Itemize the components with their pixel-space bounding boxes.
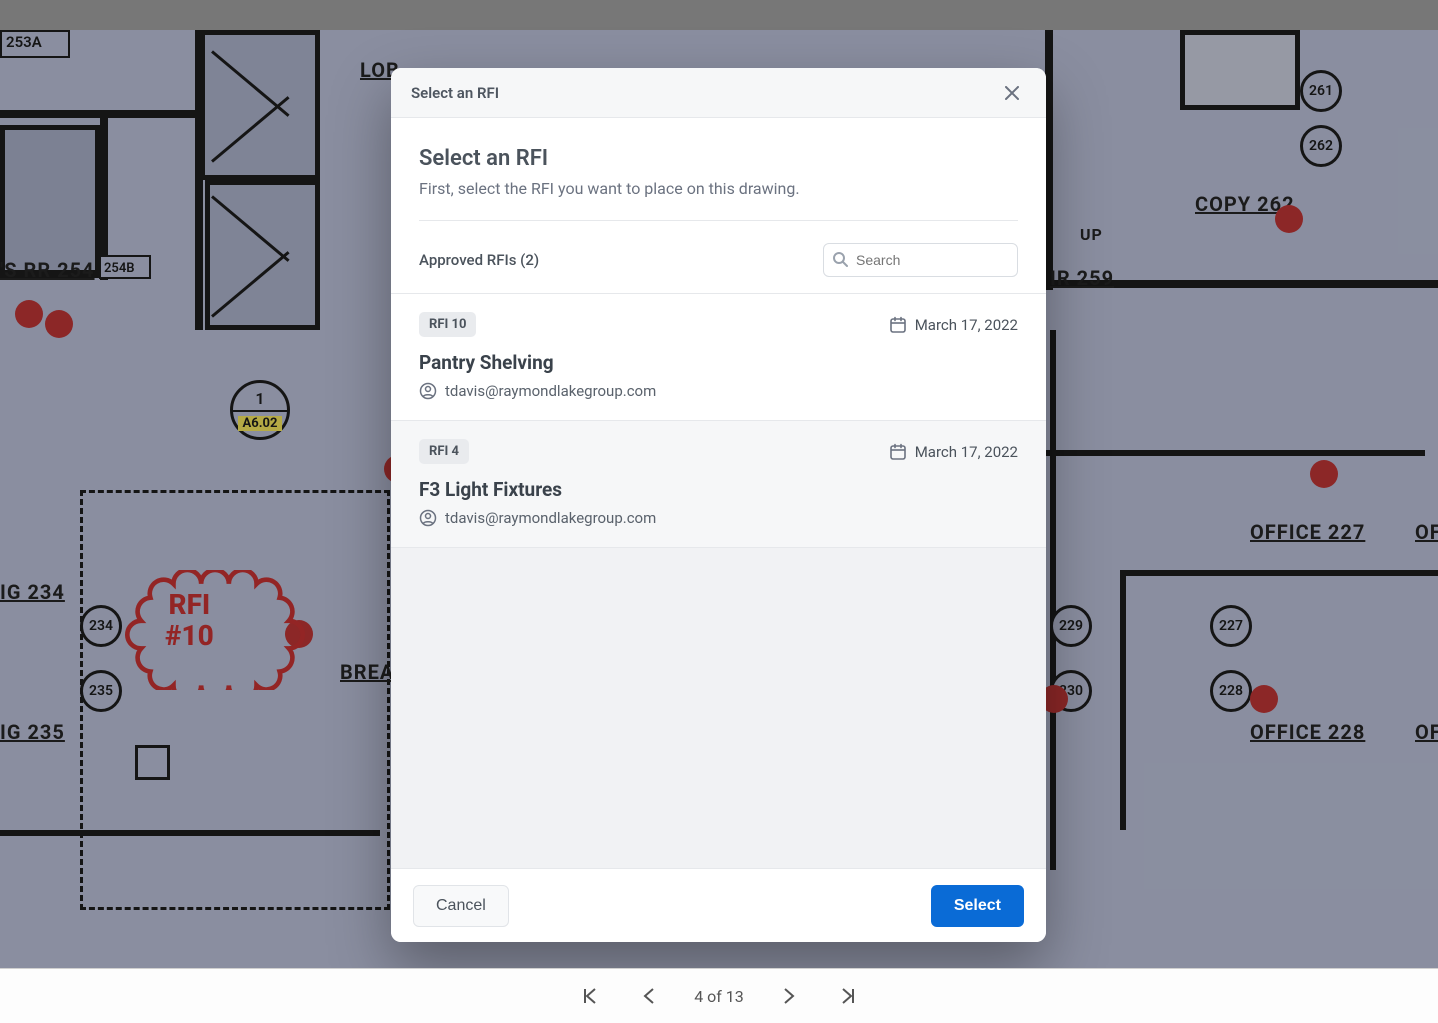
pager-bar: 4 of 13 (0, 968, 1438, 1023)
calendar-icon (889, 443, 907, 461)
search-icon (832, 251, 848, 271)
next-page-button[interactable] (772, 980, 804, 1012)
markup-dot[interactable] (15, 300, 43, 328)
label-brea: BREA (340, 660, 394, 684)
tag-228: 228 (1210, 670, 1252, 712)
select-rfi-modal: Select an RFI Select an RFI First, selec… (391, 68, 1046, 942)
first-page-button[interactable] (574, 980, 606, 1012)
first-page-icon (580, 986, 600, 1006)
rfi-date: March 17, 2022 (889, 316, 1018, 334)
markup-dot[interactable] (45, 310, 73, 338)
modal-heading: Select an RFI (419, 146, 1018, 171)
close-button[interactable] (998, 79, 1026, 107)
person-icon (419, 382, 437, 400)
modal-header-title: Select an RFI (411, 84, 499, 102)
list-header: Approved RFIs (2) (391, 243, 1046, 293)
label-ig-234: IG 234 (0, 580, 65, 604)
label-up: UP (1080, 225, 1103, 244)
tag-253a: 253A (0, 30, 70, 58)
prev-page-button[interactable] (634, 980, 666, 1012)
label-office-228: OFFICE 228 (1250, 720, 1365, 744)
rfi-list-item[interactable]: RFI 4 March 17, 2022 F3 Light Fixtures t… (391, 421, 1046, 548)
tag-262: 262 (1300, 125, 1342, 167)
select-button[interactable]: Select (931, 885, 1024, 927)
tag-261: 261 (1300, 70, 1342, 112)
last-page-button[interactable] (832, 980, 864, 1012)
tag-254b: 254B (99, 255, 151, 279)
markup-dot[interactable] (1250, 685, 1278, 713)
label-of-1: OF (1415, 520, 1438, 544)
label-rr-259: IR 259 (1050, 266, 1114, 290)
markup-dot[interactable] (1275, 205, 1303, 233)
label-of-2: OF (1415, 720, 1438, 744)
person-icon (419, 509, 437, 527)
top-gray-strip (0, 0, 1438, 30)
cancel-button[interactable]: Cancel (413, 885, 509, 927)
rfi-badge: RFI 4 (419, 439, 469, 464)
modal-footer: Cancel Select (391, 868, 1046, 942)
search-wrap (823, 243, 1018, 277)
rfi-assignee: tdavis@raymondlakegroup.com (419, 509, 1018, 527)
last-page-icon (838, 986, 858, 1006)
chevron-left-icon (640, 986, 660, 1006)
label-srr-254: 'S RR 254 (0, 258, 95, 282)
detail-callout: 1 A6.02 (230, 380, 290, 440)
rfi-assignee: tdavis@raymondlakegroup.com (419, 382, 1018, 400)
label-ig-235: IG 235 (0, 720, 65, 744)
tag-227: 227 (1210, 605, 1252, 647)
divider (419, 220, 1018, 221)
modal-body: Select an RFI First, select the RFI you … (391, 118, 1046, 243)
modal-subheading: First, select the RFI you want to place … (419, 179, 1018, 198)
rfi-date: March 17, 2022 (889, 443, 1018, 461)
page-indicator: 4 of 13 (694, 987, 744, 1006)
app-stage: LOB COPY 262 IR 259 OFFICE 227 OFFICE 22… (0, 0, 1438, 1023)
close-icon (1005, 86, 1019, 100)
modal-header: Select an RFI (391, 68, 1046, 118)
search-input[interactable] (823, 243, 1018, 277)
calendar-icon (889, 316, 907, 334)
rfi-title: Pantry Shelving (419, 351, 1018, 374)
rfi-stamp-text: RFI #10 (165, 590, 214, 652)
chevron-right-icon (778, 986, 798, 1006)
tag-229: 229 (1050, 605, 1092, 647)
tag-234: 234 (80, 605, 122, 647)
markup-dot[interactable] (1310, 460, 1338, 488)
rfi-list-item[interactable]: RFI 10 March 17, 2022 Pantry Shelving td… (391, 294, 1046, 421)
rfi-stamp[interactable] (120, 570, 310, 690)
approved-count: Approved RFIs (2) (419, 251, 539, 269)
tag-235: 235 (80, 670, 122, 712)
rfi-badge: RFI 10 (419, 312, 476, 337)
label-office-227: OFFICE 227 (1250, 520, 1365, 544)
rfi-title: F3 Light Fixtures (419, 478, 1018, 501)
rfi-list: RFI 10 March 17, 2022 Pantry Shelving td… (391, 293, 1046, 868)
